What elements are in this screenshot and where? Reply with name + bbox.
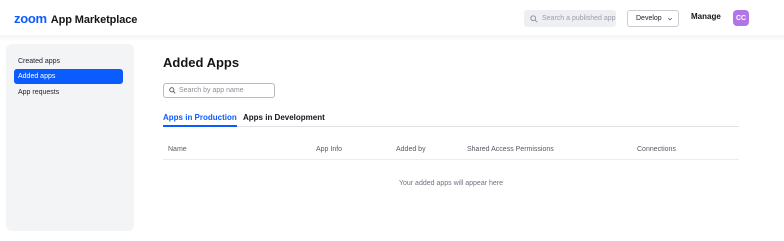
page-title: Added Apps	[163, 55, 240, 70]
column-header-added-by: Added by	[396, 146, 426, 153]
search-placeholder: Search a published app	[542, 15, 616, 22]
header-divider	[0, 35, 784, 41]
column-header-app-info: App Info	[316, 146, 343, 153]
sidebar-item-created-apps[interactable]: Created apps	[14, 54, 123, 69]
app-marketplace-title: App Marketplace	[50, 14, 138, 26]
tab-apps-in-development[interactable]: Apps in Development	[243, 113, 325, 127]
sidebar: Created apps Added apps App requests	[6, 44, 134, 231]
search-icon	[169, 87, 176, 94]
search-icon	[530, 14, 538, 23]
column-header-connections: Connections	[637, 146, 676, 153]
app-name-search-input[interactable]: Search by app name	[163, 83, 275, 98]
manage-link[interactable]: Manage	[691, 12, 721, 21]
sidebar-item-added-apps[interactable]: Added apps	[14, 69, 123, 84]
tab-apps-in-production[interactable]: Apps in Production	[163, 113, 237, 127]
avatar[interactable]: CC	[733, 10, 749, 26]
chevron-down-icon	[667, 17, 672, 20]
marketplace-search-input[interactable]: Search a published app	[524, 10, 616, 27]
empty-state-message: Your added apps will appear here	[398, 180, 504, 187]
sidebar-item-app-requests[interactable]: App requests	[14, 85, 123, 100]
zoom-logo: zoom	[14, 11, 47, 26]
table-header: Name App Info Added by Shared Access Per…	[163, 142, 739, 160]
search-placeholder: Search by app name	[179, 87, 244, 94]
column-header-shared-access-permissions: Shared Access Permissions	[467, 146, 554, 153]
develop-label: Develop	[636, 15, 662, 22]
brand[interactable]: zoom App Marketplace	[14, 11, 138, 26]
develop-dropdown[interactable]: Develop	[627, 10, 679, 27]
column-header-name: Name	[168, 146, 187, 153]
top-header: zoom App Marketplace Search a published …	[0, 0, 784, 35]
tab-bar: Apps in Production Apps in Development	[163, 113, 739, 127]
